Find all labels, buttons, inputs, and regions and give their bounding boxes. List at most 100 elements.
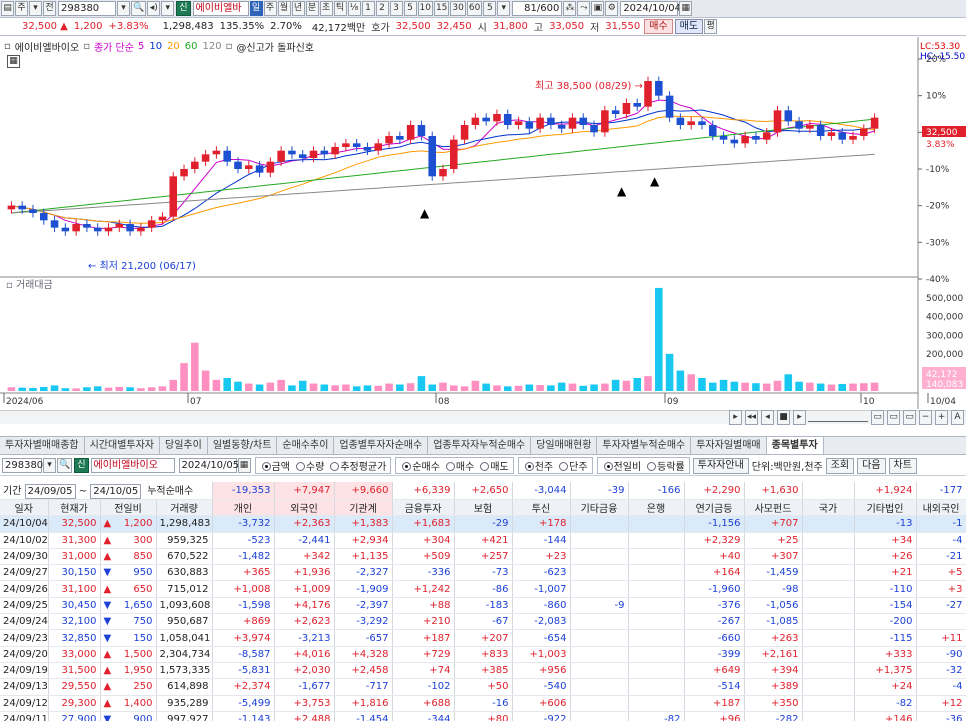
count-input[interactable]: 81/600 <box>512 1 563 16</box>
save-icon[interactable]: ▣ <box>591 1 605 16</box>
column-header[interactable]: 보험 <box>454 499 513 517</box>
stop-icon[interactable]: ■ <box>777 410 790 425</box>
radio-icon[interactable] <box>330 462 340 471</box>
radio-icon[interactable] <box>261 462 271 471</box>
buy-button[interactable]: 매수 <box>644 19 673 34</box>
radio-icon[interactable] <box>559 462 569 471</box>
search-icon[interactable]: 🔍 <box>57 458 73 473</box>
radio-option[interactable]: 전일비 <box>603 458 641 473</box>
next-icon[interactable]: ▸ <box>793 410 806 425</box>
interval-button[interactable]: 1 <box>361 1 375 16</box>
column-header[interactable]: 기관계 <box>334 499 393 517</box>
date-input[interactable]: 2024/10/04 <box>620 1 681 16</box>
mode-select[interactable]: 주 <box>15 1 28 16</box>
radio-icon[interactable] <box>402 462 412 471</box>
chevron-down-icon[interactable]: ▾ <box>497 1 511 16</box>
chart-canvas[interactable]: 20%10%0%-10%-20%-30%-40%LC:53.30HC:-15.5… <box>0 37 966 409</box>
first-icon[interactable]: ◂◂ <box>744 410 758 425</box>
next-button[interactable]: 다음 <box>857 457 886 474</box>
tab-item[interactable]: 일별동향/차트 <box>208 437 278 454</box>
table-row[interactable]: 24/09/13 29,550 ▲ 250 614,898 +2,374 -1,677 -71… <box>0 678 966 696</box>
layout3-icon[interactable]: ▭ <box>903 410 916 425</box>
period-button[interactable]: 년 <box>291 1 305 16</box>
sell-button[interactable]: 매도 <box>674 19 704 34</box>
interval-button[interactable]: 60 <box>466 1 483 16</box>
scroll-right-icon[interactable]: ▸ <box>728 410 742 425</box>
tab-item[interactable]: 투자자일별매매 <box>691 437 767 454</box>
code-input-2[interactable]: 298380 <box>2 458 43 473</box>
column-header[interactable]: 거래량 <box>156 499 213 517</box>
period-button[interactable]: 틱 <box>333 1 347 16</box>
radio-icon[interactable] <box>445 462 455 471</box>
period-button[interactable]: 초 <box>319 1 333 16</box>
column-header[interactable]: 은행 <box>628 499 685 517</box>
table-row[interactable]: 24/09/26 31,100 ▲ 650 715,012 +1,008 +1,009 -1,… <box>0 580 966 598</box>
stock-name-field-2[interactable]: 에이비엘바이오 <box>90 458 175 473</box>
radio-option[interactable]: 등락률 <box>647 458 685 473</box>
radio-icon[interactable] <box>647 462 657 471</box>
calendar-icon[interactable]: ▦ <box>679 1 693 16</box>
radio-icon[interactable] <box>295 462 305 471</box>
column-header[interactable]: 사모펀드 <box>744 499 803 517</box>
from-date-input[interactable]: 24/09/05 <box>24 484 76 499</box>
column-header[interactable]: 전일비 <box>100 499 157 517</box>
grid-toggle-icon[interactable]: ▦ <box>7 55 20 68</box>
tab-item[interactable]: 투자자별누적순매수 <box>597 437 692 454</box>
layout-icon[interactable]: ▭ <box>871 410 884 425</box>
chevron-down-icon[interactable]: ▾ <box>29 1 42 16</box>
tab-item[interactable]: 업종투자자누적순매수 <box>428 437 532 454</box>
column-header[interactable]: 일자 <box>0 499 49 517</box>
table-row[interactable]: 24/09/27 30,150 ▼ 950 630,883 +365 +1,936 -2,32… <box>0 564 966 582</box>
table-row[interactable]: 24/09/30 31,000 ▲ 850 670,522 -1,482 +342 +1,13… <box>0 548 966 566</box>
period-button[interactable]: 월 <box>277 1 291 16</box>
prev-icon[interactable]: ◂ <box>761 410 774 425</box>
calendar-icon[interactable]: ▦ <box>237 458 251 473</box>
zoom-slider[interactable] <box>808 414 868 422</box>
column-header[interactable]: 금융투자 <box>392 499 455 517</box>
table-row[interactable]: 24/09/19 31,500 ▲ 1,950 1,573,335 -5,831 +2,03… <box>0 662 966 680</box>
column-header[interactable]: 연기금등 <box>684 499 745 517</box>
radio-option[interactable]: 순매수 <box>402 458 440 473</box>
zoom-out-icon[interactable]: − <box>919 410 932 425</box>
tab-item[interactable]: 업종별투자자순매수 <box>334 437 429 454</box>
period-button[interactable]: 분 <box>305 1 319 16</box>
date-input-2[interactable]: 2024/10/05 <box>178 458 239 473</box>
chart-tool-icon[interactable]: ⁂ <box>563 1 577 16</box>
radio-option[interactable]: 천주 <box>524 458 553 473</box>
investor-guide-button[interactable]: 투자자안내 <box>692 457 749 474</box>
column-header[interactable]: 국가 <box>802 499 855 517</box>
interval-button[interactable]: 3 <box>389 1 403 16</box>
column-header[interactable]: 내외국인 <box>916 499 966 517</box>
column-header[interactable]: 외국인 <box>274 499 335 517</box>
tab-item[interactable]: 종목별투자 <box>766 437 824 454</box>
column-header[interactable]: 기타금융 <box>570 499 629 517</box>
radio-option[interactable]: 수량 <box>295 458 324 473</box>
fraction-button[interactable]: ⅛ <box>347 1 361 16</box>
zoom-in-icon[interactable]: + <box>935 410 948 425</box>
column-header[interactable]: 개인 <box>212 499 275 517</box>
speaker-icon[interactable]: ◂) <box>147 1 161 16</box>
table-row[interactable]: 24/10/04 32,500 ▲ 1,200 1,298,483 -3,732 +2,36… <box>0 515 966 533</box>
radio-icon[interactable] <box>480 462 490 471</box>
interval-button[interactable]: 5 <box>403 1 417 16</box>
chart-button[interactable]: 차트 <box>888 457 917 474</box>
chevron-down-icon[interactable]: ▾ <box>117 1 130 16</box>
stock-name-field[interactable]: 에이비엘바 <box>192 1 249 16</box>
column-header[interactable]: 투신 <box>512 499 571 517</box>
radio-option[interactable]: 금액 <box>261 458 290 473</box>
eval-button[interactable]: 평 <box>704 19 718 34</box>
tab-item[interactable]: 투자자별매매종합 <box>0 437 85 454</box>
font-icon[interactable]: A <box>951 410 964 425</box>
column-header[interactable]: 기타법인 <box>854 499 917 517</box>
interval-button[interactable]: 15 <box>433 1 450 16</box>
table-row[interactable]: 24/10/02 31,300 ▲ 300 959,325 -523 -2,441 +2,93… <box>0 532 966 549</box>
table-row[interactable]: 24/09/23 32,850 ▼ 150 1,058,041 +3,974 -3,213-… <box>0 629 966 647</box>
radio-option[interactable]: 매도 <box>480 458 509 473</box>
radio-option[interactable]: 매수 <box>445 458 474 473</box>
interval-button[interactable]: 5 <box>483 1 497 16</box>
menu-icon[interactable]: ▤ <box>1 1 14 16</box>
tab-item[interactable]: 순매수추이 <box>277 437 335 454</box>
settings-tool-icon[interactable]: ⤳ <box>577 1 591 16</box>
tab-item[interactable]: 당일매매현황 <box>531 437 598 454</box>
layout2-icon[interactable]: ▭ <box>887 410 900 425</box>
